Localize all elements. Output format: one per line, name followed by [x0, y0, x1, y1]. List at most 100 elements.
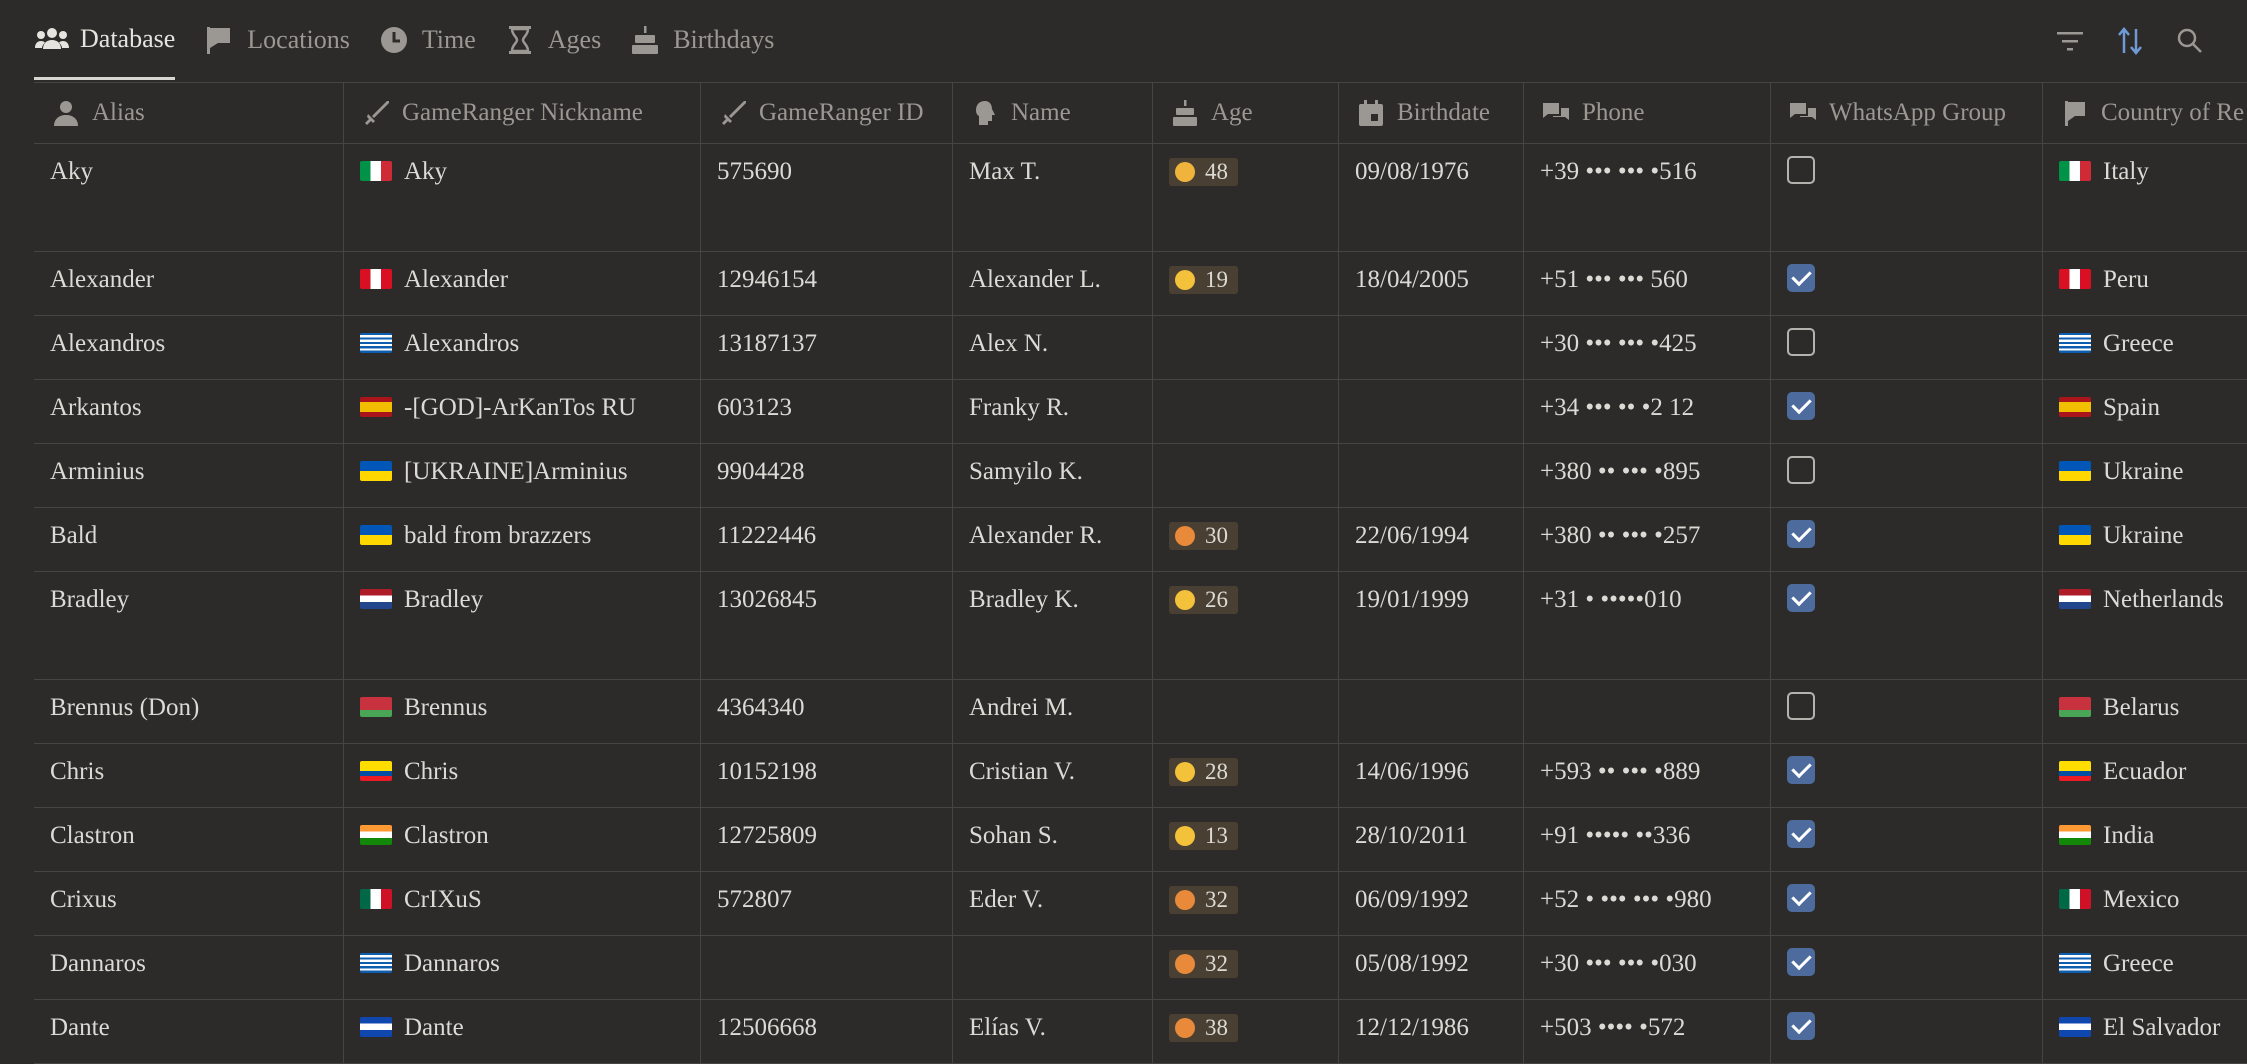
- filter-button[interactable]: [2053, 24, 2087, 58]
- cell-alias[interactable]: Arkantos: [34, 380, 344, 443]
- cell-nick[interactable]: bald from brazzers: [344, 508, 701, 571]
- col-gameranger-nickname[interactable]: GameRanger Nickname: [344, 83, 701, 143]
- cell-grid[interactable]: [701, 936, 953, 999]
- search-button[interactable]: [2173, 24, 2207, 58]
- cell-phone[interactable]: +30 ••• ••• •425: [1524, 316, 1771, 379]
- cell-grid[interactable]: 13026845: [701, 572, 953, 679]
- cell-birth[interactable]: 28/10/2011: [1339, 808, 1524, 871]
- table-row[interactable]: Arkantos -[GOD]-ArKanTos RU 603123 Franky R…: [34, 380, 2247, 444]
- whatsapp-checkbox[interactable]: [1787, 884, 1815, 912]
- cell-age[interactable]: 32: [1153, 936, 1339, 999]
- cell-age[interactable]: [1153, 680, 1339, 743]
- whatsapp-checkbox[interactable]: [1787, 948, 1815, 976]
- cell-birth[interactable]: 09/08/1976: [1339, 144, 1524, 251]
- cell-age[interactable]: 26: [1153, 572, 1339, 679]
- tab-ages[interactable]: Ages: [502, 0, 601, 80]
- cell-wa[interactable]: [1771, 144, 2043, 251]
- cell-birth[interactable]: 18/04/2005: [1339, 252, 1524, 315]
- cell-name[interactable]: Bradley K.: [953, 572, 1153, 679]
- cell-country[interactable]: Ecuador: [2043, 744, 2247, 807]
- cell-nick[interactable]: CrIXuS: [344, 872, 701, 935]
- cell-nick[interactable]: Clastron: [344, 808, 701, 871]
- whatsapp-checkbox[interactable]: [1787, 756, 1815, 784]
- whatsapp-checkbox[interactable]: [1787, 264, 1815, 292]
- cell-birth[interactable]: [1339, 680, 1524, 743]
- cell-phone[interactable]: +31 • •••••010: [1524, 572, 1771, 679]
- cell-wa[interactable]: [1771, 936, 2043, 999]
- table-row[interactable]: Bald bald from brazzers 11222446 Alexander …: [34, 508, 2247, 572]
- whatsapp-checkbox[interactable]: [1787, 584, 1815, 612]
- cell-wa[interactable]: [1771, 380, 2043, 443]
- cell-nick[interactable]: Dante: [344, 1000, 701, 1063]
- cell-country[interactable]: Greece: [2043, 316, 2247, 379]
- cell-alias[interactable]: Dante: [34, 1000, 344, 1063]
- cell-birth[interactable]: [1339, 316, 1524, 379]
- cell-alias[interactable]: Clastron: [34, 808, 344, 871]
- cell-grid[interactable]: 13187137: [701, 316, 953, 379]
- cell-wa[interactable]: [1771, 680, 2043, 743]
- cell-alias[interactable]: Arminius: [34, 444, 344, 507]
- cell-nick[interactable]: Chris: [344, 744, 701, 807]
- cell-country[interactable]: Spain: [2043, 380, 2247, 443]
- tab-birthdays[interactable]: Birthdays: [627, 0, 774, 80]
- cell-grid[interactable]: 12946154: [701, 252, 953, 315]
- cell-age[interactable]: [1153, 380, 1339, 443]
- whatsapp-checkbox[interactable]: [1787, 820, 1815, 848]
- cell-country[interactable]: Italy: [2043, 144, 2247, 251]
- cell-nick[interactable]: -[GOD]-ArKanTos RU: [344, 380, 701, 443]
- cell-alias[interactable]: Chris: [34, 744, 344, 807]
- table-row[interactable]: Clastron Clastron 12725809 Sohan S. 13 28/10/…: [34, 808, 2247, 872]
- cell-age[interactable]: 13: [1153, 808, 1339, 871]
- cell-birth[interactable]: 12/12/1986: [1339, 1000, 1524, 1063]
- cell-name[interactable]: Alexander L.: [953, 252, 1153, 315]
- cell-birth[interactable]: 05/08/1992: [1339, 936, 1524, 999]
- cell-country[interactable]: Greece: [2043, 936, 2247, 999]
- cell-name[interactable]: Alexander R.: [953, 508, 1153, 571]
- cell-country[interactable]: Ukraine: [2043, 444, 2247, 507]
- whatsapp-checkbox[interactable]: [1787, 328, 1815, 356]
- cell-name[interactable]: Elías V.: [953, 1000, 1153, 1063]
- cell-alias[interactable]: Alexandros: [34, 316, 344, 379]
- tab-locations[interactable]: Locations: [201, 0, 350, 80]
- cell-nick[interactable]: Dannaros: [344, 936, 701, 999]
- whatsapp-checkbox[interactable]: [1787, 392, 1815, 420]
- cell-alias[interactable]: Bald: [34, 508, 344, 571]
- table-row[interactable]: Bradley Bradley 13026845 Bradley K. 26 19/01/…: [34, 572, 2247, 680]
- whatsapp-checkbox[interactable]: [1787, 1012, 1815, 1040]
- cell-alias[interactable]: Bradley: [34, 572, 344, 679]
- cell-age[interactable]: 48: [1153, 144, 1339, 251]
- col-birthdate[interactable]: Birthdate: [1339, 83, 1524, 143]
- cell-nick[interactable]: Alexandros: [344, 316, 701, 379]
- cell-alias[interactable]: Brennus (Don): [34, 680, 344, 743]
- cell-wa[interactable]: [1771, 508, 2043, 571]
- cell-nick[interactable]: Alexander: [344, 252, 701, 315]
- cell-grid[interactable]: 9904428: [701, 444, 953, 507]
- cell-phone[interactable]: +52 • ••• ••• •980: [1524, 872, 1771, 935]
- table-row[interactable]: Crixus CrIXuS 572807 Eder V. 32 06/09/1992 +52…: [34, 872, 2247, 936]
- cell-name[interactable]: Samyilo K.: [953, 444, 1153, 507]
- cell-nick[interactable]: Bradley: [344, 572, 701, 679]
- cell-birth[interactable]: [1339, 444, 1524, 507]
- cell-country[interactable]: Ukraine: [2043, 508, 2247, 571]
- cell-phone[interactable]: +34 ••• •• •2 12: [1524, 380, 1771, 443]
- cell-phone[interactable]: +380 •• ••• •257: [1524, 508, 1771, 571]
- cell-phone[interactable]: +51 ••• ••• 560: [1524, 252, 1771, 315]
- cell-nick[interactable]: Brennus: [344, 680, 701, 743]
- cell-grid[interactable]: 12506668: [701, 1000, 953, 1063]
- col-whatsapp-group[interactable]: WhatsApp Group: [1771, 83, 2043, 143]
- cell-age[interactable]: 28: [1153, 744, 1339, 807]
- cell-alias[interactable]: Aky: [34, 144, 344, 251]
- table-row[interactable]: Alexandros Alexandros 13187137 Alex N. +30 •…: [34, 316, 2247, 380]
- cell-country[interactable]: El Salvador: [2043, 1000, 2247, 1063]
- cell-birth[interactable]: [1339, 380, 1524, 443]
- cell-country[interactable]: India: [2043, 808, 2247, 871]
- cell-alias[interactable]: Crixus: [34, 872, 344, 935]
- cell-phone[interactable]: +39 ••• ••• •516: [1524, 144, 1771, 251]
- cell-country[interactable]: Peru: [2043, 252, 2247, 315]
- cell-name[interactable]: Sohan S.: [953, 808, 1153, 871]
- whatsapp-checkbox[interactable]: [1787, 456, 1815, 484]
- cell-age[interactable]: 38: [1153, 1000, 1339, 1063]
- cell-grid[interactable]: 575690: [701, 144, 953, 251]
- col-phone[interactable]: Phone: [1524, 83, 1771, 143]
- cell-grid[interactable]: 10152198: [701, 744, 953, 807]
